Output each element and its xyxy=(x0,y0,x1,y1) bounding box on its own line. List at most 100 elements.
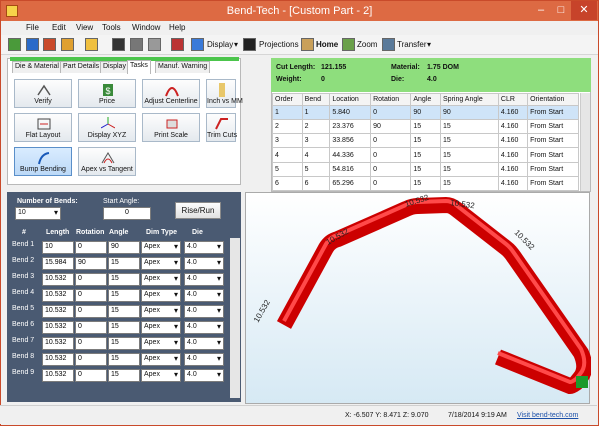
tab-display[interactable]: Display xyxy=(100,61,129,73)
apex-vs-tangent-button[interactable]: Apex vs Tangent xyxy=(78,147,136,176)
angle-input[interactable]: 15 xyxy=(108,369,140,382)
material-icon[interactable] xyxy=(61,38,74,51)
flat-layout-button[interactable]: Flat Layout xyxy=(14,113,72,142)
dim-type-select[interactable]: Apex xyxy=(141,305,181,318)
bend-input-scrollbar[interactable] xyxy=(230,238,240,398)
rotation-input[interactable]: 0 xyxy=(75,241,107,254)
dim-type-select[interactable]: Apex xyxy=(141,369,181,382)
table-header[interactable]: Spring Angle xyxy=(440,93,499,106)
table-row[interactable]: 1 1 5.840 0 90 90 4.160 From Start xyxy=(272,104,579,121)
angle-input[interactable]: 15 xyxy=(108,305,140,318)
angle-input[interactable]: 90 xyxy=(108,241,140,254)
minimize-button[interactable]: – xyxy=(531,1,551,20)
part-library-icon[interactable] xyxy=(43,38,56,51)
die-select[interactable]: 4.0 xyxy=(184,305,224,318)
price-button[interactable]: $ Price xyxy=(78,79,136,108)
transfer-icon[interactable] xyxy=(382,38,395,51)
table-row[interactable]: 6 6 65.296 0 15 15 4.160 From Start xyxy=(272,175,579,192)
print-scale-button[interactable]: Print Scale xyxy=(142,113,200,142)
table-header[interactable]: Angle xyxy=(410,93,442,106)
inch-vs-mm-button[interactable]: Inch vs MM xyxy=(206,79,243,108)
dim-type-select[interactable]: Apex xyxy=(141,241,181,254)
dim-type-select[interactable]: Apex xyxy=(141,289,181,302)
open-icon[interactable] xyxy=(26,38,39,51)
transfer-menu-button[interactable]: Transfer xyxy=(397,40,427,49)
projections-button[interactable]: Projections xyxy=(259,40,299,49)
rotation-input[interactable]: 0 xyxy=(75,337,107,350)
save-icon[interactable] xyxy=(112,38,125,51)
wizard-icon[interactable] xyxy=(85,38,98,51)
angle-input[interactable]: 15 xyxy=(108,353,140,366)
rotation-input[interactable]: 0 xyxy=(75,369,107,382)
rotation-input[interactable]: 0 xyxy=(75,305,107,318)
bend-table-scrollbar[interactable] xyxy=(580,93,590,191)
length-input[interactable]: 10.532 xyxy=(42,289,74,302)
calculator-icon[interactable] xyxy=(171,38,184,51)
die-select[interactable]: 4.0 xyxy=(184,273,224,286)
tab-die-material[interactable]: Die & Material xyxy=(12,61,62,73)
dim-type-select[interactable]: Apex xyxy=(141,337,181,350)
verify-button[interactable]: Verify xyxy=(14,79,72,108)
dim-type-select[interactable]: Apex xyxy=(141,353,181,366)
length-input[interactable]: 10.532 xyxy=(42,273,74,286)
display-xyz-button[interactable]: Display XYZ xyxy=(78,113,136,142)
die-select[interactable]: 4.0 xyxy=(184,369,224,382)
new-part-icon[interactable] xyxy=(8,38,21,51)
menu-view[interactable]: View xyxy=(76,23,93,32)
zoom-button[interactable]: Zoom xyxy=(357,40,377,49)
rotation-input[interactable]: 0 xyxy=(75,321,107,334)
tab-part-details[interactable]: Part Details xyxy=(60,61,103,73)
3d-viewport[interactable]: 10.532 10.532 10.532 10.532 10.532 xyxy=(245,192,593,404)
camera-icon[interactable] xyxy=(243,38,256,51)
menu-tools[interactable]: Tools xyxy=(102,23,121,32)
length-input[interactable]: 10 xyxy=(42,241,74,254)
die-select[interactable]: 4.0 xyxy=(184,321,224,334)
menu-edit[interactable]: Edit xyxy=(52,23,66,32)
angle-input[interactable]: 15 xyxy=(108,273,140,286)
die-select[interactable]: 4.0 xyxy=(184,289,224,302)
menu-help[interactable]: Help xyxy=(169,23,185,32)
chevron-down-icon[interactable]: ▾ xyxy=(427,40,431,49)
rotation-input[interactable]: 0 xyxy=(75,273,107,286)
rotation-input[interactable]: 0 xyxy=(75,353,107,366)
die-select[interactable]: 4.0 xyxy=(184,337,224,350)
dim-type-select[interactable]: Apex xyxy=(141,257,181,270)
number-of-bends-select[interactable]: 10 xyxy=(15,207,61,220)
angle-input[interactable]: 15 xyxy=(108,337,140,350)
angle-input[interactable]: 15 xyxy=(108,321,140,334)
dim-type-select[interactable]: Apex xyxy=(141,273,181,286)
menu-window[interactable]: Window xyxy=(132,23,160,32)
print-icon[interactable] xyxy=(130,38,143,51)
display-menu-button[interactable]: Display xyxy=(207,40,233,49)
table-row[interactable]: 5 5 54.816 0 15 15 4.160 From Start xyxy=(272,161,579,177)
rotation-input[interactable]: 0 xyxy=(75,289,107,302)
table-row[interactable]: 2 2 23.376 90 15 15 4.160 From Start xyxy=(272,119,579,135)
angle-input[interactable]: 15 xyxy=(108,289,140,302)
table-row[interactable]: 3 3 33.856 0 15 15 4.160 From Start xyxy=(272,133,579,149)
die-select[interactable]: 4.0 xyxy=(184,241,224,254)
zoom-icon[interactable] xyxy=(342,38,355,51)
tab-tasks[interactable]: Tasks xyxy=(127,60,151,74)
length-input[interactable]: 10.532 xyxy=(42,353,74,366)
display-icon[interactable] xyxy=(191,38,204,51)
table-header[interactable]: CLR xyxy=(497,93,529,106)
adjust-centerline-button[interactable]: Adjust Centerline xyxy=(142,79,200,108)
table-row[interactable]: 4 4 44.336 0 15 15 4.160 From Start xyxy=(272,147,579,163)
website-link[interactable]: Visit bend-tech.com xyxy=(517,412,578,419)
length-input[interactable]: 15.984 xyxy=(42,257,74,270)
print-preview-icon[interactable] xyxy=(148,38,161,51)
maximize-button[interactable]: □ xyxy=(551,1,571,20)
home-icon[interactable] xyxy=(301,38,314,51)
tab-manuf-warning[interactable]: Manuf. Warning xyxy=(155,61,211,73)
home-button[interactable]: Home xyxy=(316,40,338,49)
angle-input[interactable]: 15 xyxy=(108,257,140,270)
table-header[interactable]: Orientation xyxy=(527,93,579,106)
table-header[interactable]: Rotation xyxy=(370,93,412,106)
table-header[interactable]: Location xyxy=(329,93,372,106)
trim-cuts-button[interactable]: Trim Cuts xyxy=(206,113,237,142)
length-input[interactable]: 10.532 xyxy=(42,369,74,382)
menu-file[interactable]: File xyxy=(26,23,39,32)
die-select[interactable]: 4.0 xyxy=(184,257,224,270)
start-angle-input[interactable]: 0 xyxy=(103,207,151,220)
table-header[interactable]: Order xyxy=(272,93,303,106)
